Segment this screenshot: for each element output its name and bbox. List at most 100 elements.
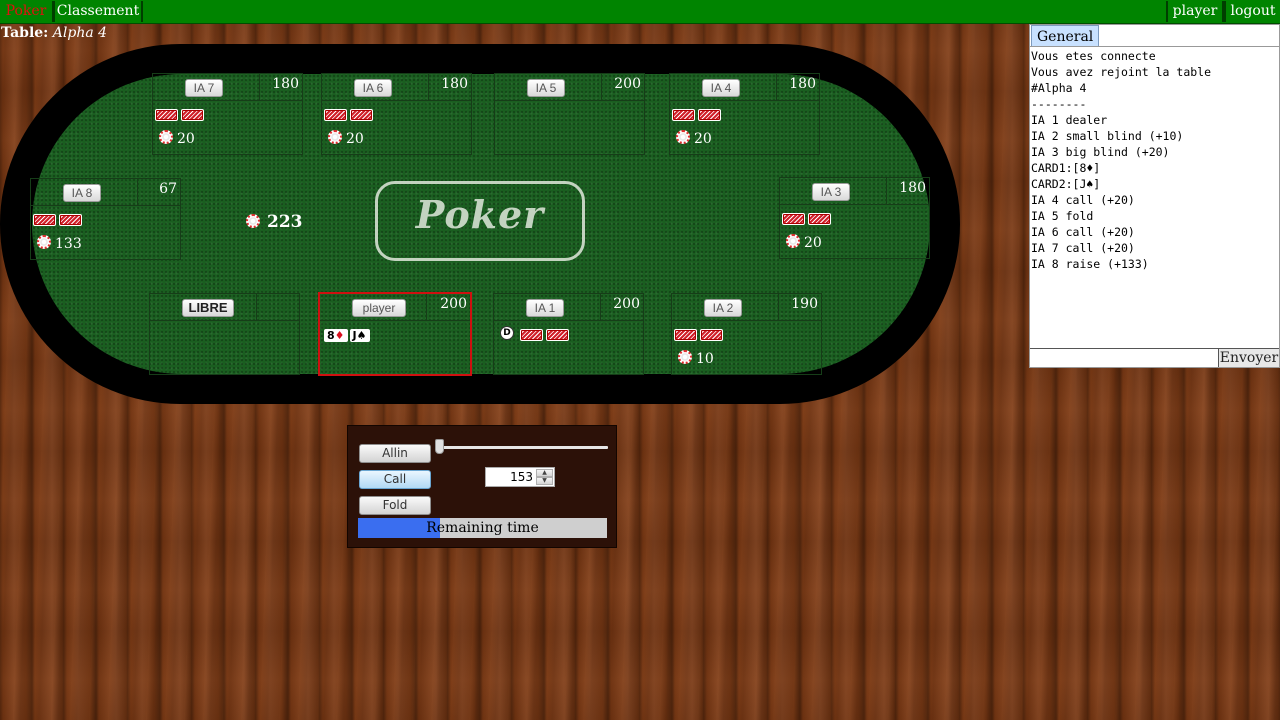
seat-name-button[interactable]: IA 3 bbox=[812, 183, 850, 201]
chat-message: IA 6 call (+20) bbox=[1031, 225, 1135, 239]
nav-user-link[interactable]: player bbox=[1166, 1, 1224, 22]
seat-stack: 200 bbox=[440, 296, 467, 312]
seat-stack: 190 bbox=[791, 296, 818, 312]
nav-brand-poker[interactable]: Poker bbox=[0, 1, 54, 22]
card-back-icon bbox=[324, 109, 347, 121]
chat-message: IA 3 big blind (+20) bbox=[1031, 145, 1170, 159]
chat-message: IA 5 fold bbox=[1031, 209, 1094, 223]
bet-slider-track[interactable] bbox=[438, 446, 608, 449]
seat-stack: 180 bbox=[272, 76, 299, 92]
seat-player: player 200 8♦ J♠ bbox=[318, 292, 472, 376]
bet-slider-handle[interactable] bbox=[435, 439, 444, 454]
remaining-time-label: Remaining time bbox=[426, 520, 539, 536]
seat-ia-5: IA 5 200 bbox=[494, 73, 645, 155]
chip-icon bbox=[786, 234, 800, 248]
card-back-icon bbox=[33, 214, 56, 226]
chat-message: IA 8 raise (+133) bbox=[1031, 257, 1149, 271]
seat-bet-amount: 133 bbox=[55, 236, 82, 252]
hole-cards bbox=[324, 106, 376, 121]
seat-bet-amount: 20 bbox=[804, 235, 822, 251]
seat-ia-2: IA 2 190 10 bbox=[671, 293, 822, 375]
seat-stack: 180 bbox=[789, 76, 816, 92]
table-name-label: Table: Alpha 4 bbox=[1, 25, 107, 41]
chip-icon bbox=[678, 350, 692, 364]
card-back-icon bbox=[350, 109, 373, 121]
seat-ia-4: IA 4 180 20 bbox=[669, 73, 820, 155]
hole-cards bbox=[33, 211, 85, 226]
seat-bet: 133 bbox=[37, 235, 82, 252]
chat-message: IA 2 small blind (+10) bbox=[1031, 129, 1184, 143]
card-j-spades: J♠ bbox=[349, 329, 370, 342]
card-back-icon bbox=[546, 329, 569, 341]
fold-button[interactable]: Fold bbox=[359, 496, 431, 515]
seat-ia-6: IA 6 180 20 bbox=[321, 73, 472, 155]
seat-bet-amount: 20 bbox=[694, 131, 712, 147]
hole-cards bbox=[674, 326, 726, 341]
chat-message: -------- bbox=[1031, 97, 1087, 111]
seat-bet-amount: 20 bbox=[346, 131, 364, 147]
card-back-icon bbox=[520, 329, 543, 341]
card-back-icon bbox=[59, 214, 82, 226]
seat-name-button[interactable]: IA 8 bbox=[63, 184, 101, 202]
nav-logout-link[interactable]: logout bbox=[1224, 1, 1280, 22]
chip-icon bbox=[37, 235, 51, 249]
seat-name-button[interactable]: IA 2 bbox=[704, 299, 742, 317]
bet-amount-stepper[interactable]: 153 ▲ ▼ bbox=[485, 467, 555, 487]
seat-name-button[interactable]: player bbox=[352, 299, 406, 317]
seat-stack: 180 bbox=[441, 76, 468, 92]
hole-cards bbox=[672, 106, 724, 121]
allin-button[interactable]: Allin bbox=[359, 444, 431, 463]
seat-ia-3: IA 3 180 20 bbox=[779, 177, 930, 259]
send-button[interactable]: Envoyer bbox=[1218, 348, 1279, 367]
seat-ia-1: IA 1 200 D bbox=[493, 293, 644, 375]
table-name: Alpha 4 bbox=[52, 25, 108, 41]
table-logo: Poker bbox=[375, 181, 585, 261]
chat-message-input[interactable] bbox=[1030, 348, 1218, 367]
chip-icon bbox=[676, 130, 690, 144]
seat-bet: 20 bbox=[159, 130, 195, 147]
hole-cards: 8♦ J♠ bbox=[324, 324, 372, 342]
seat-name-button[interactable]: IA 5 bbox=[527, 79, 565, 97]
spinner-up-icon[interactable]: ▲ bbox=[536, 469, 553, 477]
seat-name-button[interactable]: IA 1 bbox=[526, 299, 564, 317]
chat-log: Vous etes connecte Vous avez rejoint la t… bbox=[1031, 48, 1277, 348]
tab-general[interactable]: General bbox=[1031, 25, 1100, 46]
bet-amount-value: 153 bbox=[510, 470, 533, 484]
top-nav-bar: Poker Classement player logout bbox=[0, 0, 1280, 24]
chat-message: Vous avez rejoint la table bbox=[1031, 65, 1212, 79]
seat-ia-7: IA 7 180 20 bbox=[152, 73, 303, 155]
table-label-prefix: Table: bbox=[1, 25, 49, 41]
chat-message: CARD2:[J♠] bbox=[1031, 177, 1101, 191]
chip-icon bbox=[159, 130, 173, 144]
seat-name-button[interactable]: IA 7 bbox=[185, 79, 223, 97]
seat-name-button[interactable]: IA 4 bbox=[702, 79, 740, 97]
card-back-icon bbox=[698, 109, 721, 121]
chat-message: IA 7 call (+20) bbox=[1031, 241, 1135, 255]
spinner-down-icon[interactable]: ▼ bbox=[536, 477, 553, 485]
seat-bet: 20 bbox=[676, 130, 712, 147]
nav-classement-link[interactable]: Classement bbox=[54, 1, 143, 22]
seat-join-button[interactable]: LIBRE bbox=[182, 299, 234, 317]
pot-amount: 223 bbox=[267, 212, 303, 232]
card-back-icon bbox=[808, 213, 831, 225]
seat-ia-8: IA 8 67 133 bbox=[30, 178, 181, 260]
seat-bet-amount: 20 bbox=[177, 131, 195, 147]
hole-cards bbox=[782, 210, 834, 225]
seat-stack: 200 bbox=[614, 76, 641, 92]
card-back-icon bbox=[782, 213, 805, 225]
seat-bet: 10 bbox=[678, 350, 714, 367]
call-button[interactable]: Call bbox=[359, 470, 431, 489]
seat-bet: 20 bbox=[786, 234, 822, 251]
card-back-icon bbox=[674, 329, 697, 341]
chat-message: IA 1 dealer bbox=[1031, 113, 1108, 127]
card-8-diamonds: 8♦ bbox=[324, 329, 348, 342]
chat-panel: General Vous etes connecte Vous avez rejo… bbox=[1029, 24, 1280, 368]
seat-stack: 180 bbox=[899, 180, 926, 196]
remaining-time-bar: Remaining time bbox=[358, 518, 607, 538]
seat-stack: 67 bbox=[159, 181, 177, 197]
seat-name-button[interactable]: IA 6 bbox=[354, 79, 392, 97]
card-back-icon bbox=[181, 109, 204, 121]
card-back-icon bbox=[672, 109, 695, 121]
hole-cards bbox=[520, 326, 572, 341]
chat-message: Vous etes connecte bbox=[1031, 49, 1156, 63]
